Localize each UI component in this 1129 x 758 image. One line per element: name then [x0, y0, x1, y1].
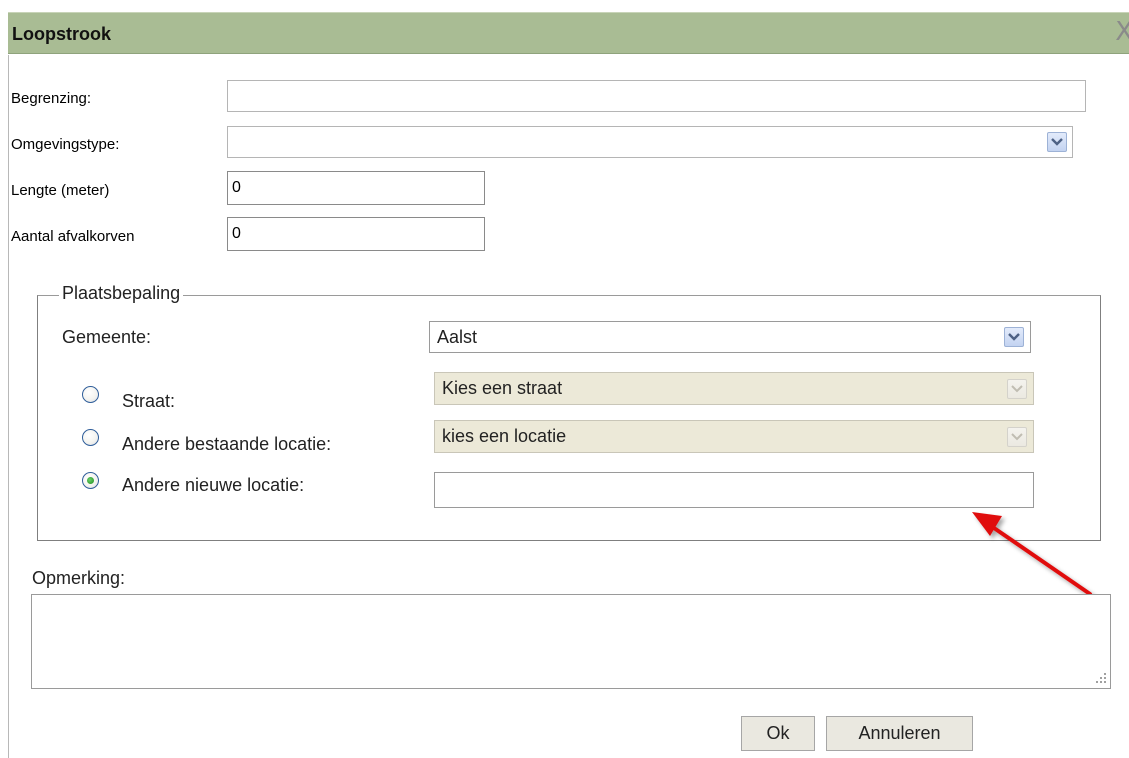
- begrenzing-input[interactable]: [227, 80, 1086, 112]
- plaatsbepaling-legend: Plaatsbepaling: [59, 283, 184, 304]
- gemeente-select[interactable]: Aalst: [429, 321, 1031, 353]
- begrenzing-label: Begrenzing:: [11, 90, 92, 107]
- ok-button[interactable]: Ok: [741, 716, 815, 751]
- chevron-down-icon: [1007, 379, 1027, 399]
- bestaande-locatie-value: kies een locatie: [442, 426, 567, 446]
- radio-selected-dot: [87, 477, 94, 484]
- afvalkorven-input[interactable]: [227, 217, 485, 251]
- bestaande-locatie-label: Andere bestaande locatie:: [122, 434, 332, 454]
- chevron-down-icon[interactable]: [1047, 132, 1067, 152]
- omgevingstype-label: Omgevingstype:: [11, 136, 120, 153]
- chevron-down-icon: [1007, 427, 1027, 447]
- afvalkorven-label: Aantal afvalkorven: [11, 228, 135, 245]
- nieuwe-locatie-radio[interactable]: [82, 472, 99, 489]
- chevron-down-icon[interactable]: [1004, 327, 1024, 347]
- dialog-border: [8, 55, 9, 758]
- straat-label: Straat:: [122, 391, 176, 411]
- dialog: Loopstrook X Begrenzing: Omgevingstype: …: [0, 0, 1129, 758]
- lengte-input[interactable]: [227, 171, 485, 205]
- nieuwe-locatie-input[interactable]: [434, 472, 1034, 508]
- bestaande-locatie-select[interactable]: kies een locatie: [434, 420, 1034, 453]
- close-icon[interactable]: X: [1115, 17, 1129, 47]
- dialog-titlebar[interactable]: Loopstrook X: [8, 12, 1129, 54]
- omgevingstype-select[interactable]: [227, 126, 1073, 158]
- nieuwe-locatie-label: Andere nieuwe locatie:: [122, 475, 305, 495]
- dialog-title: Loopstrook: [12, 24, 111, 44]
- opmerking-label: Opmerking:: [32, 568, 126, 588]
- resize-grip-icon[interactable]: [1093, 671, 1107, 685]
- bestaande-locatie-radio[interactable]: [82, 429, 99, 446]
- straat-value: Kies een straat: [442, 378, 563, 398]
- opmerking-textarea[interactable]: [31, 594, 1111, 689]
- cancel-button[interactable]: Annuleren: [826, 716, 973, 751]
- gemeente-value: Aalst: [437, 327, 478, 347]
- straat-select[interactable]: Kies een straat: [434, 372, 1034, 405]
- lengte-label: Lengte (meter): [11, 182, 110, 199]
- gemeente-label: Gemeente:: [62, 327, 152, 347]
- straat-radio[interactable]: [82, 386, 99, 403]
